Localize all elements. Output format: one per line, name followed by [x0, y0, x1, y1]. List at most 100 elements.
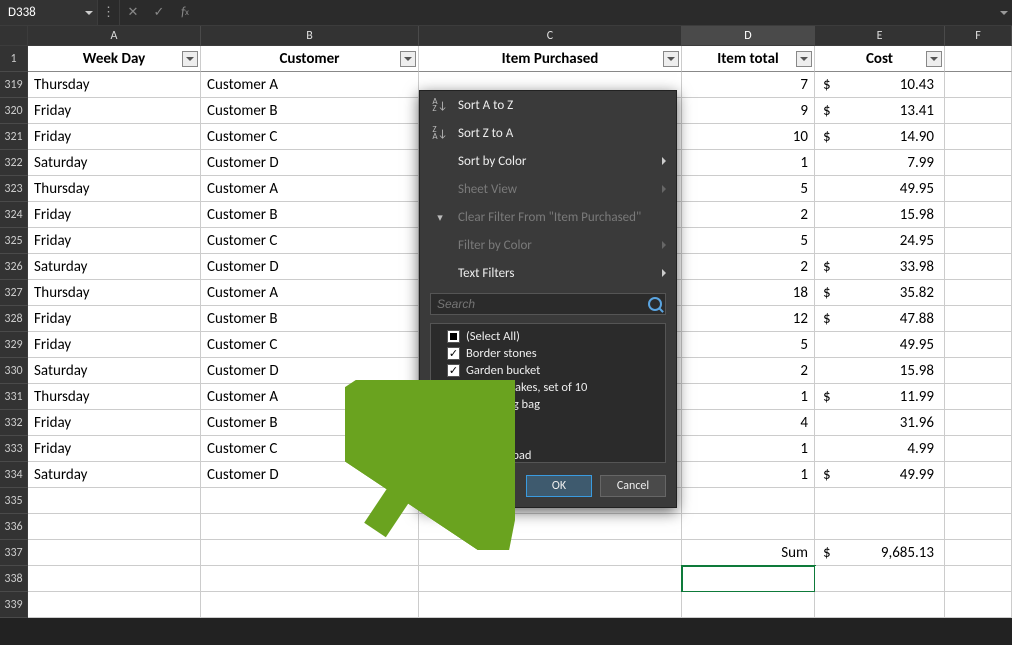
cell[interactable]	[945, 592, 1012, 618]
row-header[interactable]: 336	[0, 514, 28, 540]
cell[interactable]: 1	[682, 150, 815, 176]
cell[interactable]: $10.43	[815, 72, 945, 98]
cell[interactable]: 4	[682, 410, 815, 436]
accept-formula-icon[interactable]: ✓	[146, 0, 172, 25]
cell[interactable]	[945, 384, 1012, 410]
cell[interactable]: 5	[682, 332, 815, 358]
cell[interactable]: Thursday	[28, 176, 201, 202]
row-header[interactable]: 332	[0, 410, 28, 436]
cell[interactable]	[945, 436, 1012, 462]
row-header[interactable]: 1	[0, 46, 28, 72]
cell[interactable]: Sum	[682, 540, 815, 566]
cell[interactable]	[201, 566, 419, 592]
cell[interactable]: 1	[682, 436, 815, 462]
cell[interactable]: Customer D	[201, 358, 419, 384]
cell[interactable]: 15.98	[815, 202, 945, 228]
cell[interactable]: $14.90	[815, 124, 945, 150]
row-header[interactable]: 326	[0, 254, 28, 280]
cell[interactable]: Friday	[28, 306, 201, 332]
cell[interactable]: Customer B	[201, 410, 419, 436]
cell[interactable]	[28, 592, 201, 618]
cell[interactable]: Item total	[682, 46, 815, 72]
filter-check-item[interactable]: (Select All)	[433, 328, 663, 345]
column-header-B[interactable]: B	[201, 26, 419, 46]
filter-check-item[interactable]: Gardening bag	[433, 396, 663, 413]
cell[interactable]: Friday	[28, 202, 201, 228]
cell[interactable]: 18	[682, 280, 815, 306]
cell[interactable]: 15.98	[815, 358, 945, 384]
cell[interactable]: Friday	[28, 98, 201, 124]
expand-formula-icon[interactable]	[1000, 11, 1008, 15]
cell[interactable]: Customer B	[201, 306, 419, 332]
cell[interactable]: Saturday	[28, 150, 201, 176]
cell[interactable]: Customer A	[201, 280, 419, 306]
cell[interactable]: 49.95	[815, 332, 945, 358]
cell[interactable]: Cost	[815, 46, 945, 72]
cell[interactable]: Saturday	[28, 358, 201, 384]
row-header[interactable]: 325	[0, 228, 28, 254]
cell[interactable]: Thursday	[28, 384, 201, 410]
cell[interactable]: 12	[682, 306, 815, 332]
filter-check-item[interactable]: Kneeling pad	[433, 447, 663, 462]
cell[interactable]	[945, 514, 1012, 540]
fx-icon[interactable]: fx	[172, 0, 198, 25]
cell[interactable]: 9	[682, 98, 815, 124]
row-header[interactable]: 337	[0, 540, 28, 566]
checkbox-icon[interactable]	[447, 330, 460, 343]
column-header-F[interactable]: F	[945, 26, 1012, 46]
cell[interactable]: Customer A	[201, 176, 419, 202]
cell[interactable]: 5	[682, 176, 815, 202]
cell[interactable]: Customer A	[201, 384, 419, 410]
name-box[interactable]: D338	[0, 0, 98, 25]
cell[interactable]	[945, 540, 1012, 566]
cell[interactable]	[682, 566, 815, 592]
cell[interactable]: Customer	[201, 46, 419, 72]
cell[interactable]: Friday	[28, 124, 201, 150]
filter-dropdown-icon[interactable]	[796, 51, 812, 67]
cell[interactable]	[28, 566, 201, 592]
row-header[interactable]: 319	[0, 72, 28, 98]
row-header[interactable]: 331	[0, 384, 28, 410]
cell[interactable]: Customer D	[201, 254, 419, 280]
sort-by-color-button[interactable]: Sort by Color	[420, 147, 676, 175]
cell[interactable]: 7.99	[815, 150, 945, 176]
filter-check-item[interactable]: Border stones	[433, 345, 663, 362]
cell[interactable]	[28, 514, 201, 540]
row-header[interactable]: 324	[0, 202, 28, 228]
cell[interactable]	[815, 514, 945, 540]
row-header[interactable]: 323	[0, 176, 28, 202]
cell[interactable]	[945, 410, 1012, 436]
text-filters-button[interactable]: Text Filters	[420, 259, 676, 287]
cell[interactable]	[28, 540, 201, 566]
row-header[interactable]: 330	[0, 358, 28, 384]
checkbox-icon[interactable]	[447, 381, 460, 394]
cell[interactable]	[945, 46, 1012, 72]
row-header[interactable]: 328	[0, 306, 28, 332]
cell[interactable]: Customer C	[201, 228, 419, 254]
cell[interactable]: 2	[682, 358, 815, 384]
formula-input[interactable]	[198, 0, 1012, 25]
checkbox-icon[interactable]	[447, 432, 460, 445]
row-header[interactable]: 327	[0, 280, 28, 306]
row-header[interactable]: 329	[0, 332, 28, 358]
cell[interactable]	[201, 488, 419, 514]
cell[interactable]: $33.98	[815, 254, 945, 280]
row-header[interactable]: 333	[0, 436, 28, 462]
cell[interactable]: 49.95	[815, 176, 945, 202]
filter-check-item[interactable]: Gloves	[433, 413, 663, 430]
cell[interactable]	[945, 228, 1012, 254]
filter-check-item[interactable]: Hose	[433, 430, 663, 447]
cell[interactable]	[945, 332, 1012, 358]
cell[interactable]: 1	[682, 384, 815, 410]
cell[interactable]: 31.96	[815, 410, 945, 436]
cell[interactable]	[201, 592, 419, 618]
row-header[interactable]: 321	[0, 124, 28, 150]
cell[interactable]	[945, 150, 1012, 176]
column-header-A[interactable]: A	[28, 26, 201, 46]
cell[interactable]: 10	[682, 124, 815, 150]
column-header-E[interactable]: E	[815, 26, 945, 46]
cell[interactable]	[419, 514, 682, 540]
cell[interactable]	[682, 514, 815, 540]
cell[interactable]: Customer A	[201, 72, 419, 98]
cell[interactable]: Saturday	[28, 254, 201, 280]
